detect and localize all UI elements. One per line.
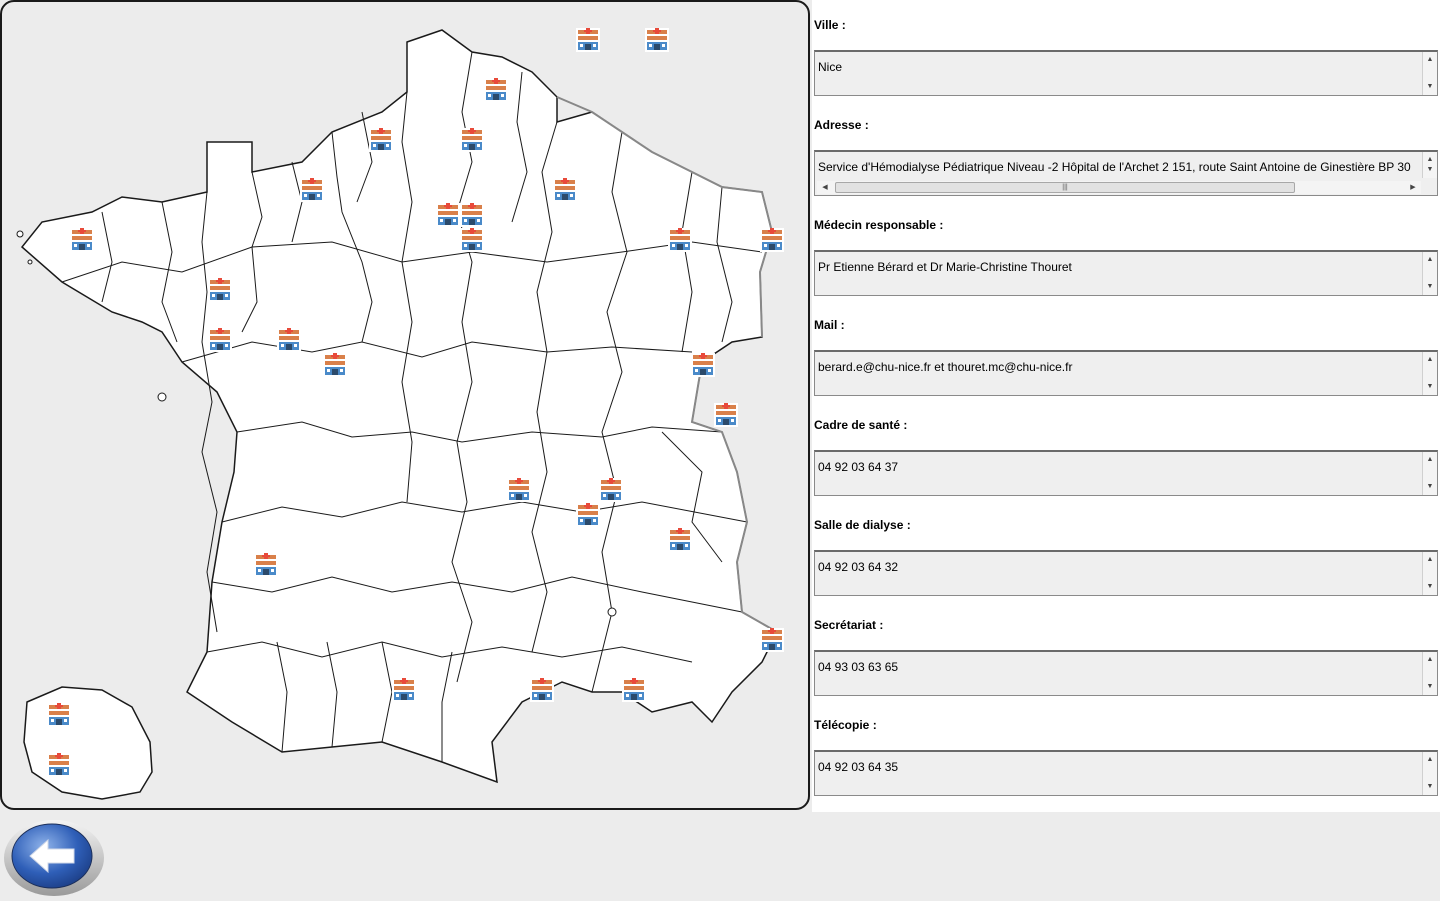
scroll-up-icon[interactable]: ▲ bbox=[1423, 254, 1437, 266]
hospital-icon[interactable] bbox=[553, 178, 577, 202]
mail-value: berard.e@chu-nice.fr et thouret.mc@chu-n… bbox=[818, 360, 1073, 374]
hospital-icon[interactable] bbox=[369, 128, 393, 152]
secretariat-label: Secrétariat : bbox=[814, 618, 884, 632]
scroll-up-icon[interactable]: ▲ bbox=[1423, 454, 1437, 466]
reunion-island bbox=[23, 686, 153, 800]
scroll-up-icon[interactable]: ▲ bbox=[1423, 54, 1437, 66]
ville-value: Nice bbox=[818, 60, 843, 74]
cadre-value: 04 92 03 64 37 bbox=[818, 460, 899, 474]
hospital-icon[interactable] bbox=[300, 178, 324, 202]
scroll-up-icon[interactable]: ▲ bbox=[1423, 754, 1437, 766]
medecin-value: Pr Etienne Bérard et Dr Marie-Christine … bbox=[818, 260, 1072, 274]
ville-field[interactable]: Nice ▲ ▼ bbox=[814, 50, 1438, 96]
hospital-icon[interactable] bbox=[760, 628, 784, 652]
vertical-scrollbar[interactable]: ▲ ▼ bbox=[1422, 652, 1437, 695]
hospital-icon[interactable] bbox=[392, 678, 416, 702]
back-arrow-icon bbox=[4, 820, 104, 896]
hospital-icon[interactable] bbox=[599, 478, 623, 502]
hospital-icon[interactable] bbox=[436, 203, 460, 227]
map-panel bbox=[0, 0, 810, 810]
hospital-icon[interactable] bbox=[714, 403, 738, 427]
scroll-down-icon[interactable]: ▼ bbox=[1423, 381, 1437, 393]
salle-field[interactable]: 04 92 03 64 32 ▲ ▼ bbox=[814, 550, 1438, 596]
france-map bbox=[16, 28, 784, 800]
vertical-scrollbar[interactable]: ▲ ▼ bbox=[1422, 152, 1437, 178]
cadre-field[interactable]: 04 92 03 64 37 ▲ ▼ bbox=[814, 450, 1438, 496]
hospital-icon[interactable] bbox=[277, 328, 301, 352]
adresse-label: Adresse : bbox=[814, 118, 869, 132]
hospital-icon[interactable] bbox=[47, 753, 71, 777]
vertical-scrollbar[interactable]: ▲ ▼ bbox=[1422, 752, 1437, 795]
hospital-icon[interactable] bbox=[323, 353, 347, 377]
secretariat-value: 04 93 03 63 65 bbox=[818, 660, 899, 674]
hospital-icon[interactable] bbox=[254, 553, 278, 577]
scroll-down-icon[interactable]: ▼ bbox=[1423, 581, 1437, 593]
scroll-down-icon[interactable]: ▼ bbox=[1423, 481, 1437, 493]
scroll-up-icon[interactable]: ▲ bbox=[1423, 654, 1437, 666]
hospital-icon[interactable] bbox=[760, 228, 784, 252]
scroll-right-icon[interactable]: ▶ bbox=[1407, 181, 1419, 194]
scroll-down-icon[interactable]: ▼ bbox=[1423, 81, 1437, 93]
scroll-down-icon[interactable]: ▼ bbox=[1423, 164, 1437, 176]
adresse-value: Service d'Hémodialyse Pédiatrique Niveau… bbox=[818, 160, 1411, 174]
ville-label: Ville : bbox=[814, 18, 846, 32]
scroll-up-icon[interactable]: ▲ bbox=[1423, 354, 1437, 366]
hospital-icon[interactable] bbox=[208, 328, 232, 352]
mail-label: Mail : bbox=[814, 318, 845, 332]
salle-label: Salle de dialyse : bbox=[814, 518, 911, 532]
hospital-icon[interactable] bbox=[47, 703, 71, 727]
telecopie-value: 04 92 03 64 35 bbox=[818, 760, 899, 774]
hospital-icon[interactable] bbox=[530, 678, 554, 702]
hospital-icon[interactable] bbox=[507, 478, 531, 502]
back-button[interactable] bbox=[2, 816, 106, 898]
telecopie-field[interactable]: 04 92 03 64 35 ▲ ▼ bbox=[814, 750, 1438, 796]
hospital-icon[interactable] bbox=[460, 203, 484, 227]
scroll-down-icon[interactable]: ▼ bbox=[1423, 781, 1437, 793]
hospital-icon[interactable] bbox=[70, 228, 94, 252]
hospital-icon[interactable] bbox=[460, 128, 484, 152]
scroll-thumb[interactable]: ||| bbox=[835, 182, 1295, 193]
vertical-scrollbar[interactable]: ▲ ▼ bbox=[1422, 352, 1437, 395]
vertical-scrollbar[interactable]: ▲ ▼ bbox=[1422, 552, 1437, 595]
mail-field[interactable]: berard.e@chu-nice.fr et thouret.mc@chu-n… bbox=[814, 350, 1438, 396]
vertical-scrollbar[interactable]: ▲ ▼ bbox=[1422, 52, 1437, 95]
telecopie-label: Télécopie : bbox=[814, 718, 877, 732]
hospital-icon[interactable] bbox=[622, 678, 646, 702]
hospital-icon[interactable] bbox=[208, 278, 232, 302]
hospital-icon[interactable] bbox=[460, 228, 484, 252]
france-mainland bbox=[20, 29, 778, 784]
secretariat-field[interactable]: 04 93 03 63 65 ▲ ▼ bbox=[814, 650, 1438, 696]
hospital-icon[interactable] bbox=[645, 28, 669, 52]
scroll-up-icon[interactable]: ▲ bbox=[1423, 554, 1437, 566]
scroll-down-icon[interactable]: ▼ bbox=[1423, 681, 1437, 693]
hospital-icon[interactable] bbox=[576, 28, 600, 52]
adresse-field[interactable]: Service d'Hémodialyse Pédiatrique Niveau… bbox=[814, 150, 1438, 196]
scroll-left-icon[interactable]: ◀ bbox=[819, 181, 831, 194]
hospital-icon[interactable] bbox=[576, 503, 600, 527]
hospital-icon[interactable] bbox=[668, 528, 692, 552]
info-panel: Ville : Nice ▲ ▼ Adresse : Service d'Hémodial… bbox=[812, 0, 1440, 812]
salle-value: 04 92 03 64 32 bbox=[818, 560, 899, 574]
scroll-down-icon[interactable]: ▼ bbox=[1423, 281, 1437, 293]
medecin-label: Médecin responsable : bbox=[814, 218, 944, 232]
vertical-scrollbar[interactable]: ▲ ▼ bbox=[1422, 452, 1437, 495]
hospital-icon[interactable] bbox=[668, 228, 692, 252]
cadre-label: Cadre de santé : bbox=[814, 418, 908, 432]
medecin-field[interactable]: Pr Etienne Bérard et Dr Marie-Christine … bbox=[814, 250, 1438, 296]
hospital-icon[interactable] bbox=[691, 353, 715, 377]
vertical-scrollbar[interactable]: ▲ ▼ bbox=[1422, 252, 1437, 295]
hospital-icon[interactable] bbox=[484, 78, 508, 102]
horizontal-scrollbar[interactable]: ◀ ||| ▶ bbox=[817, 181, 1421, 194]
